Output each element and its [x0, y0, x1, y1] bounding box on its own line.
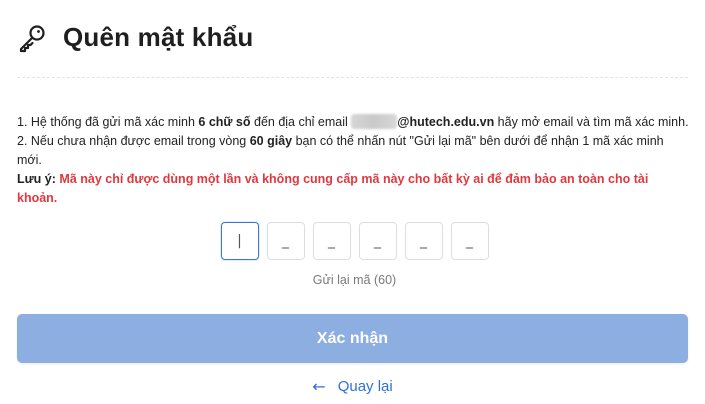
email-domain: @hutech.edu.vn [397, 115, 495, 129]
blurred-email-username [351, 114, 398, 129]
note-label: Lưu ý: [17, 172, 56, 186]
back-link-label: Quay lại [337, 378, 393, 395]
instruction-text: 1. Hệ thống đã gửi mã xác minh [17, 115, 199, 129]
key-icon [17, 23, 47, 53]
instruction-text: 2. Nếu chưa nhận được email trong vòng [17, 134, 250, 148]
back-link[interactable]: ← Quay lại [0, 378, 705, 395]
otp-placeholder: _ [328, 233, 335, 249]
page-header: Quên mật khẩu [17, 22, 253, 53]
otp-input-group: | _ _ _ _ _ [0, 222, 705, 260]
instruction-bold: 6 chữ số [198, 115, 251, 129]
otp-digit-5[interactable]: _ [404, 222, 443, 260]
otp-digit-6[interactable]: _ [450, 222, 489, 260]
confirm-button-label: Xác nhận [316, 329, 389, 347]
instruction-text: đến địa chỉ email [250, 115, 352, 129]
instruction-bold: 60 giây [249, 134, 293, 148]
page-title: Quên mật khẩu [63, 22, 254, 52]
instruction-text: hãy mở email và tìm mã xác minh. [494, 115, 689, 129]
instructions: 1. Hệ thống đã gửi mã xác minh 6 chữ số … [17, 113, 689, 208]
otp-digit-1[interactable]: | [220, 222, 259, 260]
resend-code-link[interactable]: Gửi lại mã (60) [0, 273, 705, 287]
header-divider [17, 77, 688, 78]
otp-digit-2[interactable]: _ [266, 222, 305, 260]
note-warning-text: Mã này chỉ được dùng một lần và không cu… [17, 172, 649, 205]
otp-digit-4[interactable]: _ [358, 222, 397, 260]
otp-placeholder: _ [466, 233, 473, 249]
otp-placeholder: _ [420, 233, 427, 249]
arrow-left-icon: ← [312, 376, 326, 396]
otp-placeholder: _ [374, 233, 381, 249]
otp-placeholder: _ [282, 233, 289, 249]
instruction-line-1: 1. Hệ thống đã gửi mã xác minh 6 chữ số … [17, 113, 689, 132]
instruction-line-2: 2. Nếu chưa nhận được email trong vòng 6… [17, 132, 689, 170]
note-line: Lưu ý: Mã này chỉ được dùng một lần và k… [17, 170, 689, 208]
text-cursor: | [237, 233, 242, 249]
otp-digit-3[interactable]: _ [312, 222, 351, 260]
confirm-button[interactable]: Xác nhận [17, 314, 688, 363]
